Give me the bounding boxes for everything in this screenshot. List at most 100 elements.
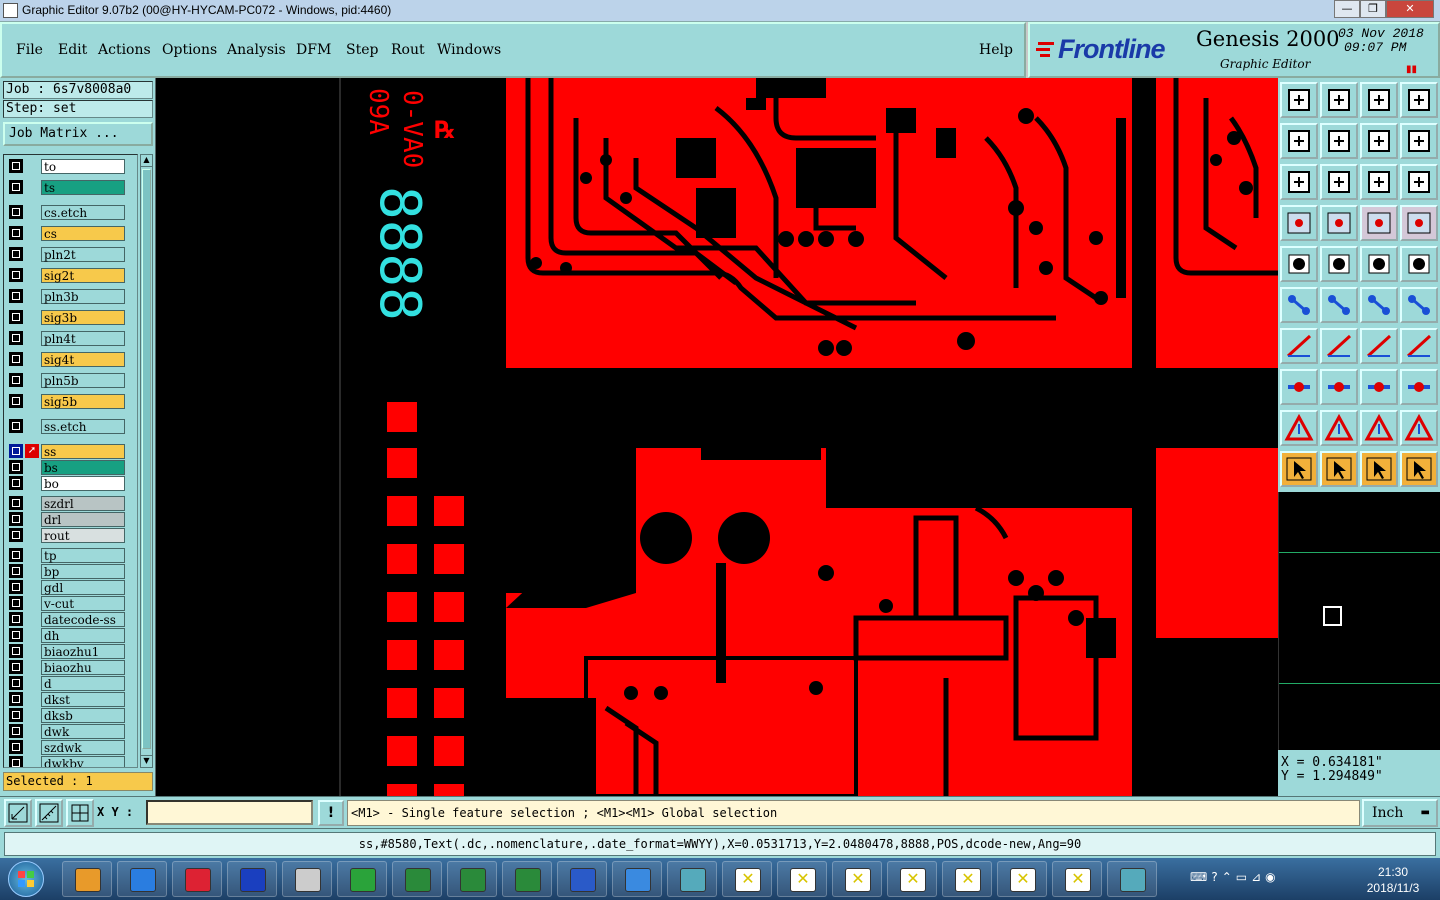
taskbar-button-document-app[interactable]: [282, 861, 332, 897]
select-box-tool-button[interactable]: [1320, 451, 1358, 487]
layer-row-szdwk[interactable]: szdwk: [4, 739, 137, 755]
layer-checkbox[interactable]: [9, 740, 23, 754]
layer-row-dksb[interactable]: dksb: [4, 707, 137, 723]
mirror-tool-button[interactable]: [1360, 123, 1398, 159]
layer-name[interactable]: tp: [41, 548, 125, 563]
menu-analysis[interactable]: Analysis: [227, 42, 286, 58]
layer-checkbox[interactable]: [9, 159, 23, 173]
taskbar-button-floppy-app[interactable]: [227, 861, 277, 897]
layer-checkbox[interactable]: [9, 596, 23, 610]
layer-row-dwk[interactable]: dwk: [4, 723, 137, 739]
layer-checkbox[interactable]: [9, 460, 23, 474]
tray-icons[interactable]: ⌨?⌃▭⊿◉: [1190, 870, 1280, 884]
layer-row-bp[interactable]: bp: [4, 563, 137, 579]
group-tool-button[interactable]: [1400, 369, 1438, 405]
menu-edit[interactable]: Edit: [58, 42, 87, 58]
pad-tool-button[interactable]: [1280, 246, 1318, 282]
taskbar-button-seashell-app[interactable]: [62, 861, 112, 897]
layer-name[interactable]: pln3b: [41, 289, 125, 304]
layer-name[interactable]: gdl: [41, 580, 125, 595]
layer-row-bo[interactable]: bo: [4, 475, 137, 491]
layer-name[interactable]: dksb: [41, 708, 125, 723]
layer-name[interactable]: ss: [41, 444, 125, 459]
layer-name[interactable]: pln2t: [41, 247, 125, 262]
taskbar-button-ie-browser[interactable]: [117, 861, 167, 897]
scroll-up-icon[interactable]: ▲: [141, 155, 152, 167]
taskbar-button-excel-app-1[interactable]: [392, 861, 442, 897]
taskbar-button-genesis-win-6[interactable]: ✕: [997, 861, 1047, 897]
ruler-tool-button[interactable]: [1360, 246, 1398, 282]
layer-row-cs.etch[interactable]: cs.etch: [4, 204, 137, 220]
layers-tool-button[interactable]: [1360, 205, 1398, 241]
layer-name[interactable]: ss.etch: [41, 419, 125, 434]
move-right-tool-button[interactable]: [1320, 123, 1358, 159]
layer-name[interactable]: ts: [41, 180, 125, 195]
taskbar-button-feather-app[interactable]: [612, 861, 662, 897]
close-button[interactable]: ✕: [1386, 0, 1434, 18]
layer-row-pln2t[interactable]: pln2t: [4, 246, 137, 262]
layer-name[interactable]: cs: [41, 226, 125, 241]
layer-checkbox[interactable]: [9, 692, 23, 706]
layer-checkbox[interactable]: [9, 310, 23, 324]
menu-actions[interactable]: Actions: [98, 42, 151, 58]
minimize-button[interactable]: —: [1334, 0, 1360, 18]
layer-checkbox[interactable]: [9, 548, 23, 562]
layer-checkbox[interactable]: [9, 756, 23, 767]
taskbar-button-genesis-win-7[interactable]: ✕: [1052, 861, 1102, 897]
layer-row-gdl[interactable]: gdl: [4, 579, 137, 595]
layer-checkbox[interactable]: [9, 676, 23, 690]
home-tool-button[interactable]: [1360, 82, 1398, 118]
layer-checkbox[interactable]: [9, 580, 23, 594]
layer-checkbox[interactable]: [9, 724, 23, 738]
taskbar-button-genesis-win-2[interactable]: ✕: [777, 861, 827, 897]
layer-row-rout[interactable]: rout: [4, 527, 137, 543]
layer-name[interactable]: to: [41, 159, 125, 174]
help-tool-button[interactable]: [1400, 164, 1438, 200]
arc-tool-button[interactable]: [1400, 287, 1438, 323]
layer-name[interactable]: rout: [41, 528, 125, 543]
settings-tool-button[interactable]: [1280, 205, 1318, 241]
zoom-extent-tool-button[interactable]: [1280, 164, 1318, 200]
layer-name[interactable]: dh: [41, 628, 125, 643]
layer-checkbox[interactable]: [9, 289, 23, 303]
grid-tool-button[interactable]: [1320, 205, 1358, 241]
layer-checkbox[interactable]: [9, 394, 23, 408]
taskbar-button-g-app[interactable]: [172, 861, 222, 897]
layer-name[interactable]: bp: [41, 564, 125, 579]
layer-row-szdrl[interactable]: szdrl: [4, 495, 137, 511]
layer-row-pln3b[interactable]: pln3b: [4, 288, 137, 304]
taskbar-button-genesis-win-4[interactable]: ✕: [887, 861, 937, 897]
layer-checkbox[interactable]: [9, 180, 23, 194]
layer-name[interactable]: bs: [41, 460, 125, 475]
menu-dfm[interactable]: DFM: [296, 42, 331, 58]
taskbar-button-network-app[interactable]: [1107, 861, 1157, 897]
layer-row-ts[interactable]: ts: [4, 179, 137, 195]
layer-row-bs[interactable]: bs: [4, 459, 137, 475]
layer-row-d[interactable]: d: [4, 675, 137, 691]
overview-view-box[interactable]: [1323, 606, 1342, 626]
maximize-button[interactable]: ❐: [1360, 0, 1386, 18]
layer-checkbox[interactable]: [9, 612, 23, 626]
connect-tool-button[interactable]: [1280, 287, 1318, 323]
triangle-scale-tool-button[interactable]: [1400, 410, 1438, 446]
layer-name[interactable]: szdrl: [41, 496, 125, 511]
window-tool-button[interactable]: [1400, 82, 1438, 118]
layer-checkbox[interactable]: [9, 660, 23, 674]
layer-checkbox[interactable]: [9, 352, 23, 366]
taskbar-button-eye-app[interactable]: [667, 861, 717, 897]
layer-row-sig5b[interactable]: sig5b: [4, 393, 137, 409]
graphic-canvas[interactable]: 09A 0-VA0 ℞ 8888: [156, 78, 1278, 796]
job-matrix-button[interactable]: Job Matrix ...: [3, 122, 153, 146]
taskbar-button-genesis-win-5[interactable]: ✕: [942, 861, 992, 897]
layer-name[interactable]: dkst: [41, 692, 125, 707]
flip-tool-button[interactable]: [1400, 328, 1438, 364]
layer-checkbox[interactable]: [9, 419, 23, 433]
taskbar-button-genesis-win-1[interactable]: ✕: [722, 861, 772, 897]
layer-name[interactable]: pln5b: [41, 373, 125, 388]
layer-row-sig2t[interactable]: sig2t: [4, 267, 137, 283]
line-tool-button[interactable]: [1360, 287, 1398, 323]
snap-tool-button[interactable]: [1400, 123, 1438, 159]
menu-options[interactable]: Options: [162, 42, 217, 58]
unit-selector[interactable]: Inch ▬: [1362, 799, 1438, 827]
taskbar-button-excel-app-2[interactable]: [447, 861, 497, 897]
